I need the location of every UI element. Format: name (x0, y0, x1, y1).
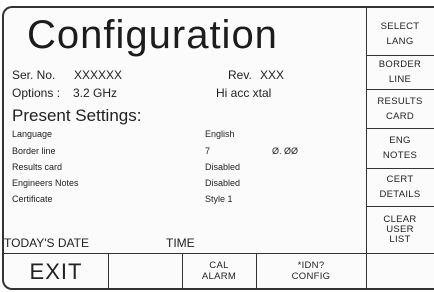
rev-label: Rev. (228, 68, 252, 82)
setting-label: Border line (12, 146, 56, 156)
idn-config-label: *IDN? (297, 260, 325, 271)
eng-notes-softkey[interactable]: ENG NOTES (366, 128, 434, 168)
softkey-label: RESULTS (377, 95, 423, 107)
cal-alarm-button[interactable]: CAL ALARM (182, 253, 256, 289)
cal-alarm-label: ALARM (201, 271, 237, 282)
setting-extra: Ø. ØØ (272, 146, 299, 156)
softkey-label: DETAILS (379, 189, 421, 200)
options-label: Options : (12, 86, 61, 100)
setting-value: English (205, 129, 235, 139)
cal-alarm-label: CAL (209, 260, 229, 271)
setting-label: Results card (12, 162, 63, 172)
setting-label: Engineers Notes (12, 178, 79, 188)
serial-label: Ser. No. (12, 68, 56, 82)
present-settings-heading: Present Settings: (12, 106, 142, 125)
softkey-label: ENG (389, 135, 411, 146)
softkey-label: SELECT (380, 20, 420, 32)
setting-value: Disabled (205, 162, 241, 172)
exit-label: EXIT (29, 258, 83, 284)
serial-value: XXXXXX (74, 68, 123, 82)
time-label: TIME (166, 236, 195, 250)
select-lang-softkey[interactable]: SELECT LANG (366, 12, 434, 55)
softkey-label: NOTES (382, 150, 418, 161)
blank-bottom-key[interactable] (108, 253, 182, 289)
rev-value: XXX (260, 68, 285, 82)
page-title: Configuration (27, 13, 278, 57)
results-card-softkey[interactable]: RESULTS CARD (366, 89, 434, 128)
softkey-label: BORDER (378, 59, 422, 70)
setting-value: 7 (205, 146, 211, 156)
clear-user-list-softkey[interactable]: CLEAR USER LIST (366, 206, 434, 253)
setting-label: Language (12, 129, 53, 139)
todays-date-label: TODAY'S DATE (4, 236, 89, 250)
blank-bottom-key[interactable] (366, 253, 434, 289)
softkey-label: LIST (389, 233, 411, 245)
options-value: 3.2 GHz (73, 86, 118, 100)
border-line-softkey[interactable]: BORDER LINE (366, 55, 434, 89)
cert-details-softkey[interactable]: CERT DETAILS (366, 168, 434, 206)
idn-config-label: CONFIG (291, 271, 331, 282)
softkey-label: CLEAR (383, 213, 417, 225)
softkey-label: CERT (386, 174, 414, 185)
softkey-label: USER (386, 223, 414, 235)
exit-button[interactable]: EXIT (4, 253, 108, 289)
setting-value: Disabled (205, 178, 241, 188)
softkey-label: LANG (386, 35, 414, 47)
softkey-label: LINE (388, 74, 412, 85)
idn-config-button[interactable]: *IDN? CONFIG (256, 253, 366, 289)
softkey-label: CARD (385, 110, 415, 122)
setting-label: Certificate (12, 194, 53, 204)
setting-value: Style 1 (205, 194, 233, 204)
options-extra: Hi acc xtal (216, 86, 272, 100)
